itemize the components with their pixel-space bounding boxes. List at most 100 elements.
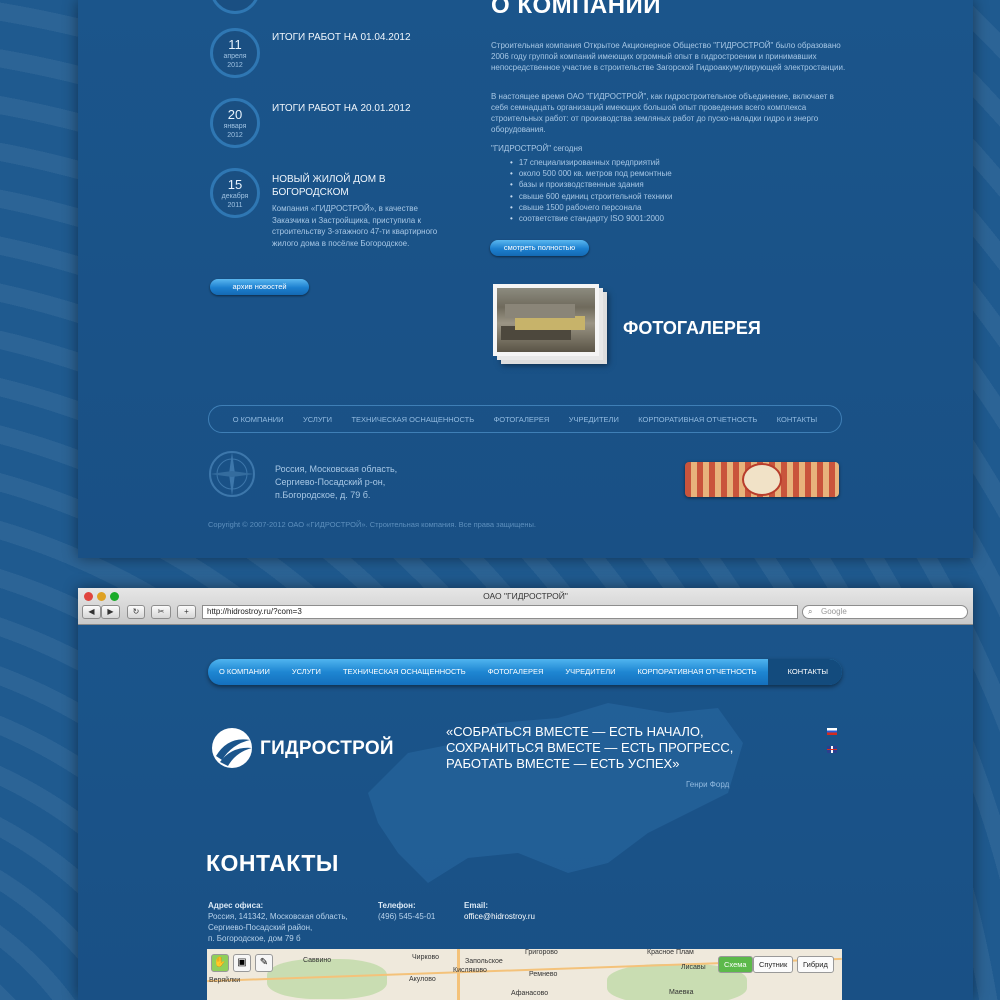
news-title-link[interactable]: НОВЫЙ ЖИЛОЙ ДОМ В БОГОРОДСКОМ (272, 173, 452, 199)
footer-address-line: Сергиево-Посадский р-он, (275, 477, 386, 487)
news-day: 15 (227, 177, 243, 192)
news-item[interactable]: 11 апреля 2012 ИТОГИ РАБОТ НА 01.04.2012 (210, 28, 450, 88)
hand-tool-icon[interactable]: ✋ (211, 954, 229, 972)
footer-nav-gallery[interactable]: ФОТОГАЛЕРЕЯ (494, 415, 550, 424)
contact-phone: Телефон: (496) 545-45-01 (378, 900, 435, 922)
partner-banner[interactable] (685, 462, 839, 497)
news-year: 2012 (227, 62, 243, 69)
news-day: 11 (228, 37, 242, 52)
company-quote: «СОБРАТЬСЯ ВМЕСТЕ — ЕСТЬ НАЧАЛО, СОХРАНИ… (446, 724, 746, 772)
footer-nav-services[interactable]: УСЛУГИ (303, 415, 332, 424)
read-more-button[interactable]: смотреть полностью (490, 240, 589, 256)
phone-label: Телефон: (378, 901, 416, 910)
address-line: Сергиево-Посадский район, (208, 923, 313, 932)
news-month: января (223, 123, 247, 130)
map-place-label: Григорово (525, 949, 558, 956)
russia-map-background (368, 703, 743, 883)
about-list-item: свыше 1500 рабочего персонала (510, 202, 672, 213)
copyright-text: Copyright © 2007-2012 ОАО «ГИДРОСТРОЙ». … (208, 520, 536, 529)
browser-search-input[interactable]: ⌕ Google (802, 605, 968, 619)
news-archive-button[interactable]: архив новостей (210, 279, 309, 295)
logo-text[interactable]: ГИДРОСТРОЙ (260, 738, 394, 760)
news-month: апреля (223, 53, 247, 60)
footer-nav-equipment[interactable]: ТЕХНИЧЕСКАЯ ОСНАЩЕННОСТЬ (351, 415, 474, 424)
map-place-label: Саввино (303, 957, 332, 964)
news-title-link[interactable]: ИТОГИ РАБОТ НА 01.04.2012 (272, 31, 452, 44)
phone-value: (496) 545-45-01 (378, 912, 436, 921)
nav-founders[interactable]: УЧРЕДИТЕЛИ (554, 659, 626, 685)
map-place-label: Лисавы (681, 964, 706, 971)
address-line: п. Богородское, дом 79 б (208, 934, 301, 943)
construction-photo (497, 288, 595, 352)
forward-button[interactable]: ▶ (101, 605, 120, 619)
address-label: Адрес офиса: (208, 901, 264, 910)
address-bar[interactable]: http://hidrostroy.ru/?com=3 (202, 605, 798, 619)
news-item[interactable]: 20 января 2012 ИТОГИ РАБОТ НА 20.01.2012 (210, 98, 450, 158)
contacts-title: КОНТАКТЫ (206, 850, 339, 876)
search-icon: ⌕ (808, 607, 813, 616)
news-day: 20 (227, 107, 243, 122)
about-list-item: базы и производственные здания (510, 179, 672, 190)
main-nav: О КОМПАНИИ УСЛУГИ ТЕХНИЧЕСКАЯ ОСНАЩЕННОС… (208, 659, 842, 685)
russian-flag-icon[interactable] (827, 728, 837, 735)
news-item[interactable]: 15 декабря 2011 НОВЫЙ ЖИЛОЙ ДОМ В БОГОРО… (210, 168, 450, 268)
english-flag-icon[interactable] (827, 746, 837, 753)
logo-icon[interactable] (210, 726, 254, 770)
nav-reports[interactable]: КОРПОРАТИВНАЯ ОТЧЕТНОСТЬ (627, 659, 768, 685)
map-type-hybrid-button[interactable]: Гибрид (797, 956, 834, 973)
about-list-item: свыше 600 единиц строительной техники (510, 191, 673, 202)
search-placeholder: Google (821, 607, 847, 616)
back-button[interactable]: ◀ (82, 605, 101, 619)
webclip-icon[interactable]: ✂ (151, 605, 171, 619)
news-excerpt: Компания «ГИДРОСТРОЙ», в качестве Заказч… (272, 204, 438, 248)
news-date-circle-partial (210, 0, 260, 14)
address-line: Россия, 141342, Московская область, (208, 912, 348, 921)
news-year: 2011 (227, 202, 243, 209)
map-place-label: Кисляково (453, 967, 487, 974)
partner-seal-logo (742, 463, 782, 496)
site-screenshot-top: 11 апреля 2012 ИТОГИ РАБОТ НА 01.04.2012… (78, 0, 973, 558)
nav-contacts[interactable]: КОНТАКТЫ (767, 659, 842, 685)
nav-about[interactable]: О КОМПАНИИ (208, 659, 281, 685)
email-link[interactable]: office@hidrostroy.ru (464, 911, 535, 922)
browser-title: ОАО "ГИДРОСТРОЙ" (483, 591, 568, 601)
nav-equipment[interactable]: ТЕХНИЧЕСКАЯ ОСНАЩЕННОСТЬ (332, 659, 477, 685)
map-type-scheme-button[interactable]: Схема (718, 956, 753, 973)
reload-icon[interactable]: ↻ (127, 605, 145, 619)
footer-nav-reports[interactable]: КОРПОРАТИВНАЯ ОТЧЕТНОСТЬ (638, 415, 757, 424)
gallery-thumbnail[interactable] (493, 284, 599, 356)
footer-nav-contacts[interactable]: КОНТАКТЫ (777, 415, 817, 424)
quote-author: Генри Форд (686, 780, 730, 789)
footer-nav-founders[interactable]: УЧРЕДИТЕЛИ (569, 415, 619, 424)
map-type-satellite-button[interactable]: Спутник (753, 956, 794, 973)
ruler-tool-icon[interactable]: ✎ (255, 954, 273, 972)
about-list: 17 специализированных предприятий около … (510, 157, 673, 224)
map-place-label: Маевка (669, 989, 694, 996)
news-date: 20 января 2012 (210, 98, 260, 148)
location-map[interactable]: ✋ ▣ ✎ Веряйлки Саввино Чирково Акулово З… (207, 949, 842, 1000)
quote-line: «СОБРАТЬСЯ ВМЕСТЕ — ЕСТЬ НАЧАЛО, (446, 724, 704, 739)
footer-address: Россия, Московская область, Сергиево-Пос… (275, 463, 397, 502)
contact-address: Адрес офиса: Россия, 141342, Московская … (208, 900, 348, 944)
browser-window: ОАО "ГИДРОСТРОЙ" ◀ ▶ ↻ ✂ + http://hidros… (78, 588, 973, 1000)
about-list-item: около 500 000 кв. метров под ремонтные (510, 168, 672, 179)
footer-address-line: п.Богородское, д. 79 б. (275, 490, 371, 500)
nav-gallery[interactable]: ФОТОГАЛЕРЕЯ (477, 659, 555, 685)
map-road (457, 949, 460, 1000)
footer-nav: О КОМПАНИИ УСЛУГИ ТЕХНИЧЕСКАЯ ОСНАЩЕННОС… (208, 405, 842, 433)
map-place-label: Запольское (465, 958, 503, 965)
map-place-label: Афанасово (511, 990, 549, 997)
footer-nav-about[interactable]: О КОМПАНИИ (233, 415, 284, 424)
add-bookmark-button[interactable]: + (177, 605, 196, 619)
news-title-link[interactable]: ИТОГИ РАБОТ НА 20.01.2012 (272, 102, 452, 115)
nav-services[interactable]: УСЛУГИ (281, 659, 332, 685)
quote-line: СОХРАНИТЬСЯ ВМЕСТЕ — ЕСТЬ ПРОГРЕСС, (446, 740, 734, 755)
map-place-label: Чирково (412, 954, 440, 961)
gallery-link[interactable]: ФОТОГАЛЕРЕЯ (623, 318, 761, 339)
about-paragraph-2: В настоящее время ОАО "ГИДРОСТРОЙ", как … (491, 92, 834, 134)
about-list-item: соответствие стандарту ISO 9001:2000 (510, 213, 672, 224)
footer-address-line: Россия, Московская область, (275, 464, 398, 474)
news-year: 2012 (227, 132, 243, 139)
news-date: 15 декабря 2011 (210, 168, 260, 218)
zoom-tool-icon[interactable]: ▣ (233, 954, 251, 972)
